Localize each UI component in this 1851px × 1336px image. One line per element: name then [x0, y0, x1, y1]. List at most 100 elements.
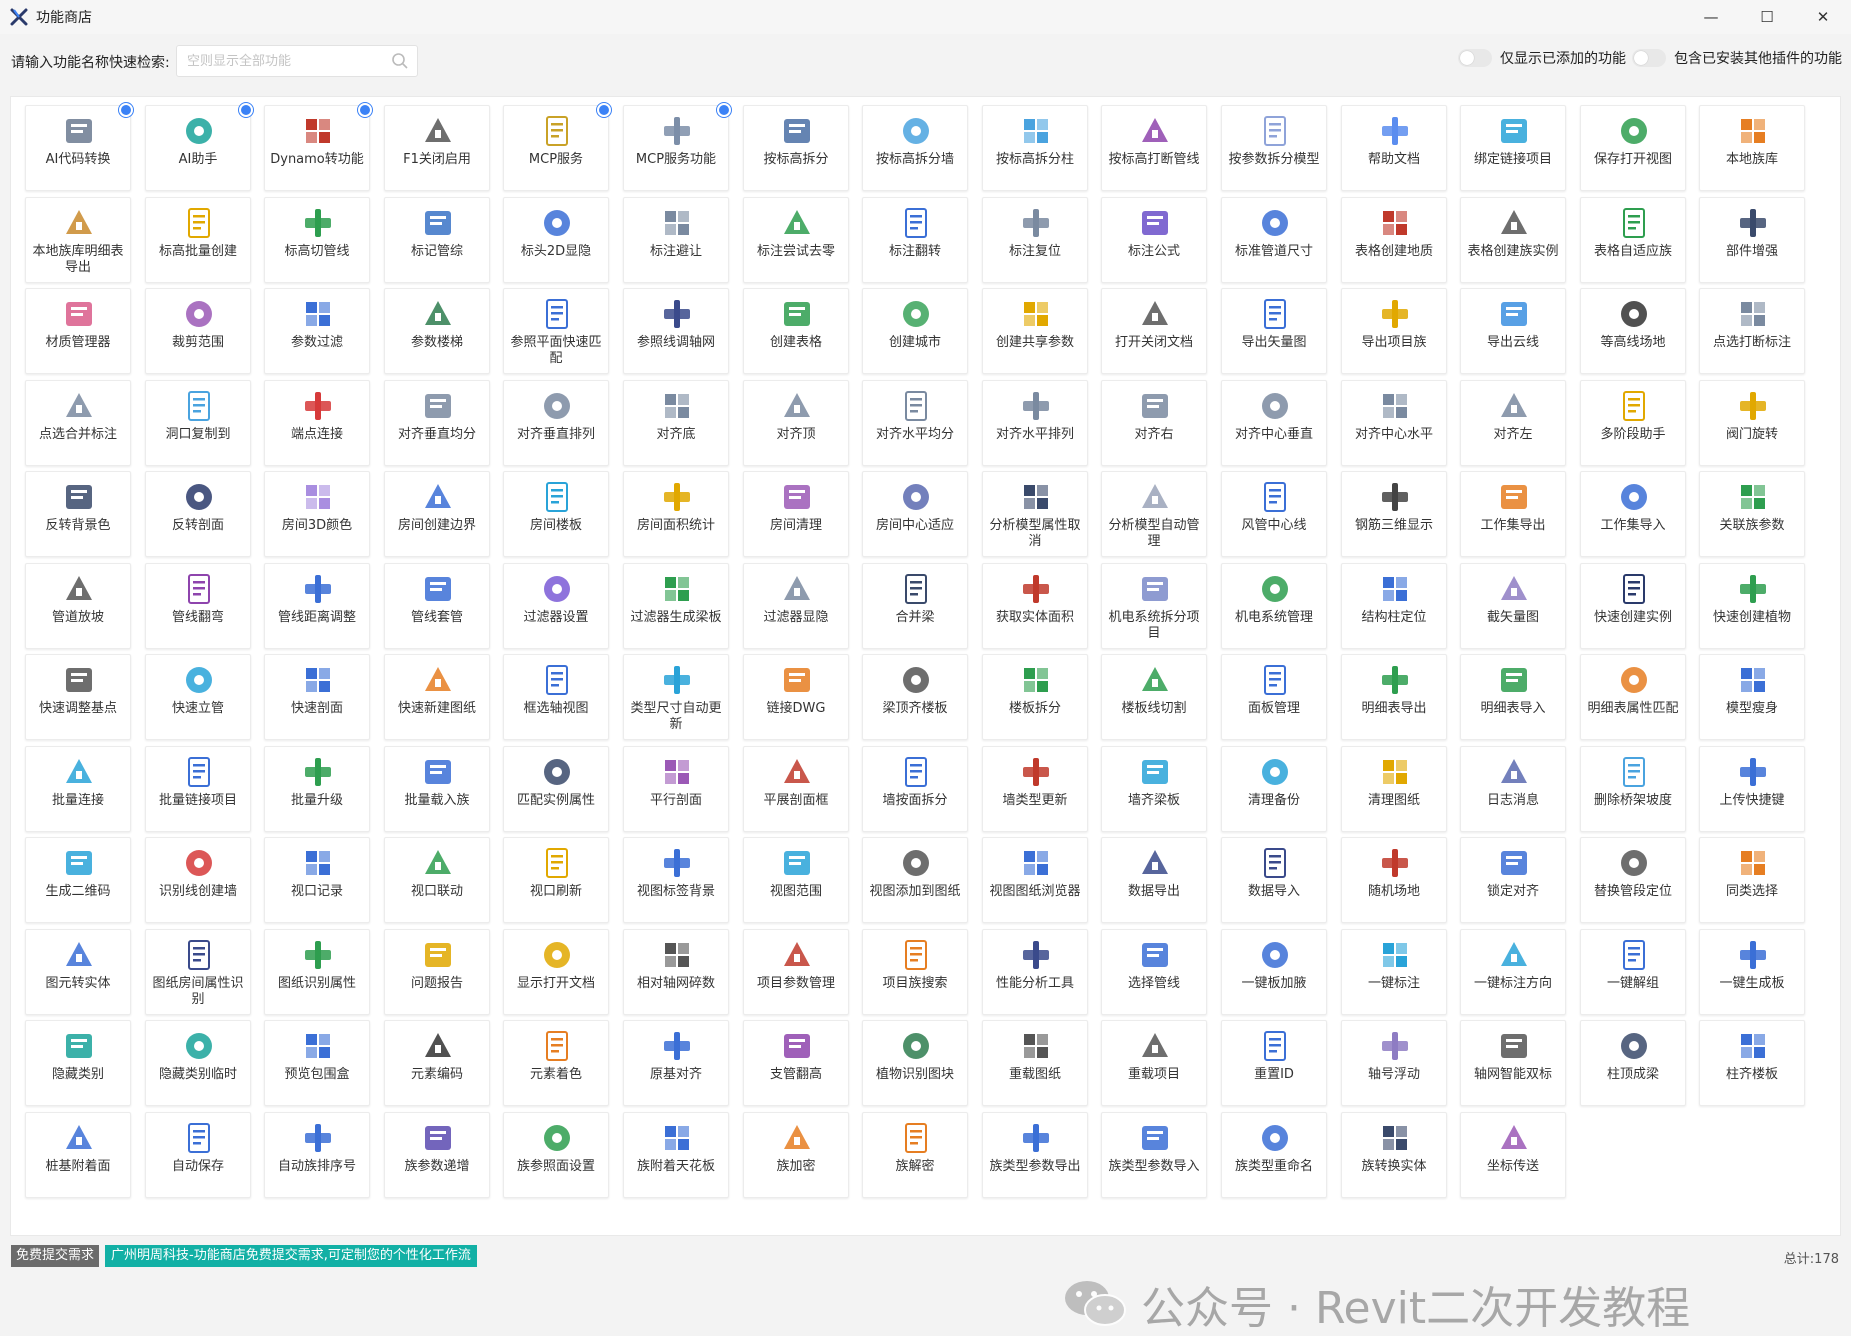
- function-tile[interactable]: 本地族库: [1699, 105, 1805, 191]
- only-added-filter[interactable]: 仅显示已添加的功能: [1458, 48, 1626, 68]
- function-tile[interactable]: 族参数递增: [384, 1112, 490, 1198]
- function-tile[interactable]: 机电系统管理: [1221, 563, 1327, 649]
- function-tile[interactable]: 工作集导出: [1460, 471, 1566, 557]
- function-tile[interactable]: 坐标传送: [1460, 1112, 1566, 1198]
- function-tile[interactable]: 族解密: [862, 1112, 968, 1198]
- function-tile[interactable]: 裁剪范围: [145, 288, 251, 374]
- function-tile[interactable]: 本地族库明细表导出: [25, 197, 131, 283]
- function-tile[interactable]: 识别线创建墙: [145, 837, 251, 923]
- function-tile[interactable]: 元素编码: [384, 1020, 490, 1106]
- function-tile[interactable]: 材质管理器: [25, 288, 131, 374]
- function-tile[interactable]: 对齐中心垂直: [1221, 380, 1327, 466]
- search-box[interactable]: [176, 45, 418, 77]
- function-tile[interactable]: 清理图纸: [1341, 746, 1447, 832]
- function-tile[interactable]: 图纸识别属性: [264, 929, 370, 1015]
- function-tile[interactable]: 合并梁: [862, 563, 968, 649]
- function-tile[interactable]: 视图添加到图纸: [862, 837, 968, 923]
- function-tile[interactable]: 批量链接项目: [145, 746, 251, 832]
- function-tile[interactable]: 视图标签背景: [623, 837, 729, 923]
- function-tile[interactable]: 绑定链接项目: [1460, 105, 1566, 191]
- function-tile[interactable]: 轴号浮动: [1341, 1020, 1447, 1106]
- function-tile[interactable]: 标注避让: [623, 197, 729, 283]
- function-tile[interactable]: 按标高拆分柱: [982, 105, 1088, 191]
- function-tile[interactable]: 获取实体面积: [982, 563, 1088, 649]
- function-tile[interactable]: 数据导出: [1101, 837, 1207, 923]
- function-tile[interactable]: 管线套管: [384, 563, 490, 649]
- function-tile[interactable]: 管线距离调整: [264, 563, 370, 649]
- function-tile[interactable]: 等高线场地: [1580, 288, 1686, 374]
- function-tile[interactable]: 自动族排序号: [264, 1112, 370, 1198]
- function-tile[interactable]: 图纸房间属性识别: [145, 929, 251, 1015]
- function-tile[interactable]: 按标高打断管线: [1101, 105, 1207, 191]
- close-button[interactable]: ✕: [1795, 0, 1851, 34]
- function-tile[interactable]: 柱齐楼板: [1699, 1020, 1805, 1106]
- function-tile[interactable]: 性能分析工具: [982, 929, 1088, 1015]
- function-tile[interactable]: 墙类型更新: [982, 746, 1088, 832]
- function-tile[interactable]: 表格创建地质: [1341, 197, 1447, 283]
- function-tile[interactable]: 标注复位: [982, 197, 1088, 283]
- function-tile[interactable]: 房间面积统计: [623, 471, 729, 557]
- function-tile[interactable]: 标注尝试去零: [743, 197, 849, 283]
- function-tile[interactable]: 房间清理: [743, 471, 849, 557]
- function-tile[interactable]: 关联族参数: [1699, 471, 1805, 557]
- function-tile[interactable]: 对齐水平排列: [982, 380, 1088, 466]
- include-others-filter[interactable]: 包含已安装其他插件的功能: [1632, 48, 1842, 68]
- function-tile[interactable]: 数据导入: [1221, 837, 1327, 923]
- function-tile[interactable]: 随机场地: [1341, 837, 1447, 923]
- function-tile[interactable]: 房间3D颜色: [264, 471, 370, 557]
- function-tile[interactable]: 对齐底: [623, 380, 729, 466]
- function-tile[interactable]: 标高批量创建: [145, 197, 251, 283]
- function-tile[interactable]: 重载项目: [1101, 1020, 1207, 1106]
- function-tile[interactable]: 匹配实例属性: [503, 746, 609, 832]
- function-tile[interactable]: 支管翻高: [743, 1020, 849, 1106]
- function-tile[interactable]: 阀门旋转: [1699, 380, 1805, 466]
- function-tile[interactable]: 按标高拆分墙: [862, 105, 968, 191]
- function-tile[interactable]: 删除桥架坡度: [1580, 746, 1686, 832]
- function-tile[interactable]: 表格自适应族: [1580, 197, 1686, 283]
- function-tile[interactable]: 链接DWG: [743, 654, 849, 740]
- function-tile[interactable]: 参照平面快速匹配: [503, 288, 609, 374]
- function-tile[interactable]: 创建城市: [862, 288, 968, 374]
- function-tile[interactable]: 明细表导入: [1460, 654, 1566, 740]
- function-tile[interactable]: 轴网智能双标: [1460, 1020, 1566, 1106]
- function-tile[interactable]: F1关闭启用: [384, 105, 490, 191]
- function-tile[interactable]: 自动保存: [145, 1112, 251, 1198]
- function-tile[interactable]: 过滤器生成梁板: [623, 563, 729, 649]
- function-tile[interactable]: 视口联动: [384, 837, 490, 923]
- function-tile[interactable]: 保存打开视图: [1580, 105, 1686, 191]
- function-tile[interactable]: 元素着色: [503, 1020, 609, 1106]
- function-tile[interactable]: 分析模型属性取消: [982, 471, 1088, 557]
- function-tile[interactable]: 梁顶齐楼板: [862, 654, 968, 740]
- function-tile[interactable]: 对齐顶: [743, 380, 849, 466]
- function-tile[interactable]: 一键板加腋: [1221, 929, 1327, 1015]
- function-tile[interactable]: 表格创建族实例: [1460, 197, 1566, 283]
- minimize-button[interactable]: —: [1683, 0, 1739, 34]
- function-tile[interactable]: 一键标注: [1341, 929, 1447, 1015]
- function-tile[interactable]: 视图图纸浏览器: [982, 837, 1088, 923]
- function-tile[interactable]: 族加密: [743, 1112, 849, 1198]
- function-tile[interactable]: 框选轴视图: [503, 654, 609, 740]
- function-tile[interactable]: 过滤器显隐: [743, 563, 849, 649]
- function-tile[interactable]: 反转背景色: [25, 471, 131, 557]
- function-tile[interactable]: 族类型参数导出: [982, 1112, 1088, 1198]
- function-tile[interactable]: 对齐垂直排列: [503, 380, 609, 466]
- function-tile[interactable]: 植物识别图块: [862, 1020, 968, 1106]
- function-tile[interactable]: 结构柱定位: [1341, 563, 1447, 649]
- function-tile[interactable]: 批量载入族: [384, 746, 490, 832]
- function-tile[interactable]: 参照线调轴网: [623, 288, 729, 374]
- function-tile[interactable]: 墙齐梁板: [1101, 746, 1207, 832]
- function-tile[interactable]: 房间楼板: [503, 471, 609, 557]
- function-tile[interactable]: 预览包围盒: [264, 1020, 370, 1106]
- function-tile[interactable]: 清理备份: [1221, 746, 1327, 832]
- function-tile[interactable]: 平展剖面框: [743, 746, 849, 832]
- function-tile[interactable]: 多阶段助手: [1580, 380, 1686, 466]
- function-tile[interactable]: 替换管段定位: [1580, 837, 1686, 923]
- function-tile[interactable]: 墙按面拆分: [862, 746, 968, 832]
- function-tile[interactable]: 桩基附着面: [25, 1112, 131, 1198]
- function-tile[interactable]: 族附着天花板: [623, 1112, 729, 1198]
- function-tile[interactable]: 创建表格: [743, 288, 849, 374]
- function-tile[interactable]: AI助手: [145, 103, 253, 191]
- function-tile[interactable]: 对齐中心水平: [1341, 380, 1447, 466]
- function-tile[interactable]: 房间创建边界: [384, 471, 490, 557]
- function-tile[interactable]: 重置ID: [1221, 1020, 1327, 1106]
